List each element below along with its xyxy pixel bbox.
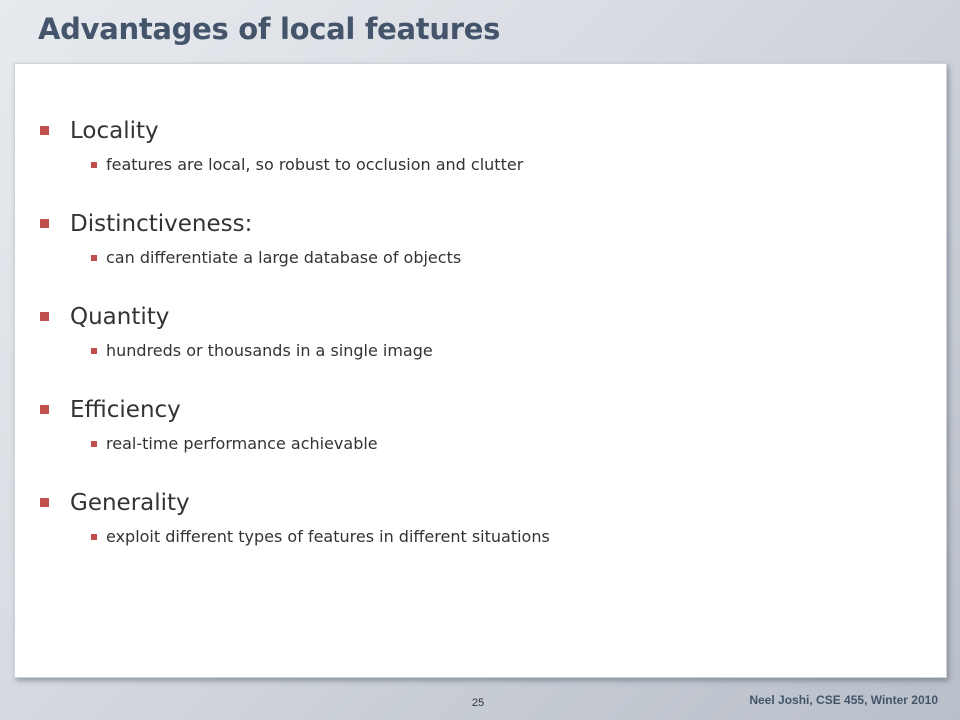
sub-bullet-text: exploit different types of features in d…: [106, 527, 550, 546]
sub-bullet-list: real-time performance achievable: [70, 427, 926, 486]
square-bullet-icon: [40, 219, 49, 228]
square-bullet-icon: [40, 312, 49, 321]
sub-bullet-text: can differentiate a large database of ob…: [106, 248, 462, 267]
sub-bullet-item: can differentiate a large database of ob…: [70, 241, 926, 300]
bullet-text: Efficiency: [70, 397, 181, 423]
sub-bullet-text: hundreds or thousands in a single image: [106, 341, 433, 360]
square-bullet-icon: [40, 498, 49, 507]
bullet-text: Generality: [70, 490, 190, 516]
sub-bullet-list: exploit different types of features in d…: [70, 520, 926, 579]
bullet-item: Distinctiveness: can differentiate a lar…: [39, 207, 926, 300]
square-bullet-icon: [40, 126, 49, 135]
content-panel: Locality features are local, so robust t…: [14, 63, 947, 678]
bullet-item: Efficiency real-time performance achieva…: [39, 393, 926, 486]
sub-bullet-text: real-time performance achievable: [106, 434, 378, 453]
sub-bullet-text: features are local, so robust to occlusi…: [106, 155, 524, 174]
square-bullet-icon: [91, 162, 97, 168]
sub-bullet-item: hundreds or thousands in a single image: [70, 334, 926, 393]
square-bullet-icon: [91, 441, 97, 447]
page-number: 25: [471, 697, 485, 709]
slide-title: Advantages of local features: [38, 12, 501, 46]
square-bullet-icon: [91, 534, 97, 540]
footer-credit: Neel Joshi, CSE 455, Winter 2010: [749, 693, 938, 707]
bullet-item: Locality features are local, so robust t…: [39, 114, 926, 207]
bullet-item: Generality exploit different types of fe…: [39, 486, 926, 579]
bullet-list: Locality features are local, so robust t…: [39, 114, 926, 579]
sub-bullet-item: features are local, so robust to occlusi…: [70, 148, 926, 207]
square-bullet-icon: [91, 348, 97, 354]
sub-bullet-item: exploit different types of features in d…: [70, 520, 926, 579]
sub-bullet-item: real-time performance achievable: [70, 427, 926, 486]
sub-bullet-list: features are local, so robust to occlusi…: [70, 148, 926, 207]
square-bullet-icon: [91, 255, 97, 261]
bullet-text: Locality: [70, 118, 159, 144]
square-bullet-icon: [40, 405, 49, 414]
sub-bullet-list: hundreds or thousands in a single image: [70, 334, 926, 393]
bullet-item: Quantity hundreds or thousands in a sing…: [39, 300, 926, 393]
sub-bullet-list: can differentiate a large database of ob…: [70, 241, 926, 300]
bullet-text: Distinctiveness:: [70, 211, 253, 237]
bullet-text: Quantity: [70, 304, 170, 330]
